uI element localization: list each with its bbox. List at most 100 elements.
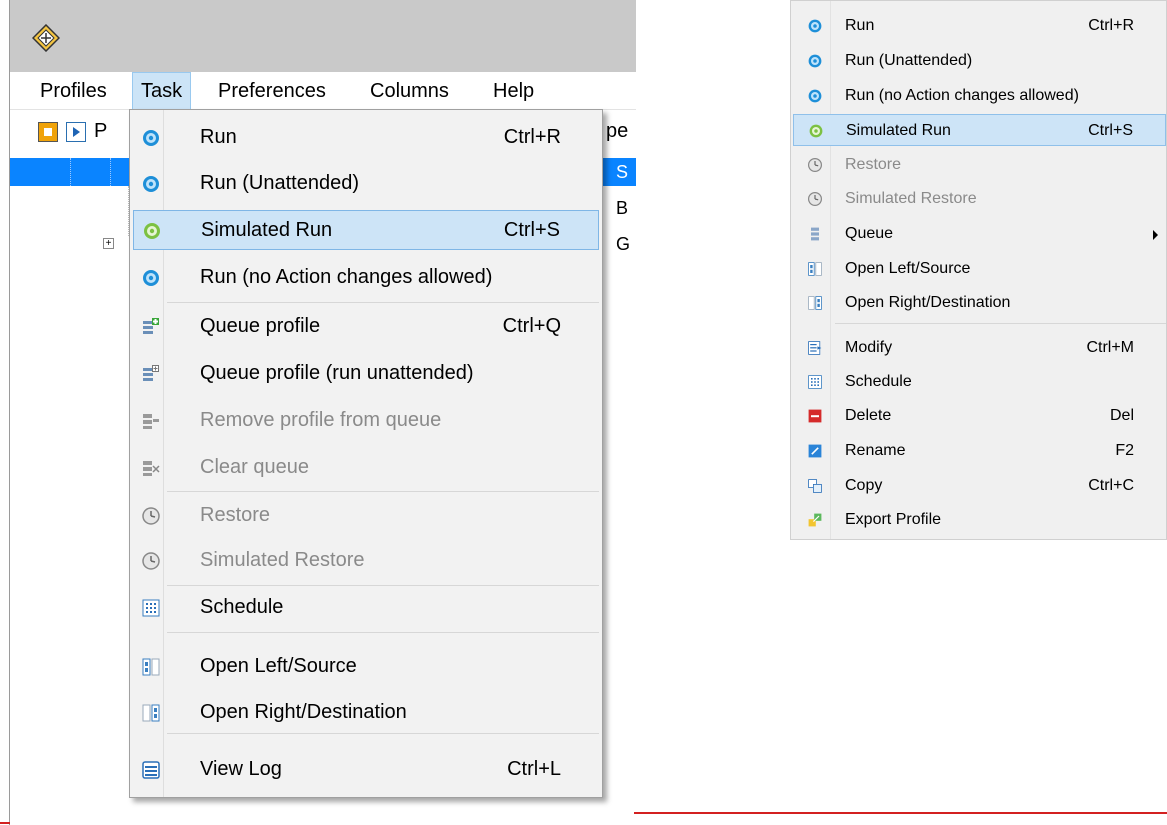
context-menu-item-export-profile[interactable]: Export Profile [793,504,1166,536]
menu-separator [167,585,599,586]
menu-item-label: Run (Unattended) [845,52,973,69]
profile-context-menu: Run Ctrl+R Run (Unattended) Run (no Action … [790,0,1167,540]
menu-item-label: Export Profile [845,511,942,528]
menu-item-shortcut: Del [1109,407,1134,424]
menu-profiles[interactable]: Profiles [32,72,115,110]
app-logo-icon [32,24,60,52]
task-menu-item-open-right-destination[interactable]: Open Right/Destination [133,693,599,733]
task-menu-item-simulated-restore: Simulated Restore [133,541,599,581]
task-menu-item-run-no-action-changes-allowed[interactable]: Run (no Action changes allowed) [133,258,599,298]
modify-icon [807,340,823,356]
menu-item-label: Open Right/Destination [845,294,1011,311]
menu-item-label: Simulated Run [846,122,951,139]
menu-separator [167,491,599,492]
context-menu-item-restore: Restore [793,149,1166,181]
menu-item-label: Clear queue [200,456,309,478]
gear-icon [807,88,823,104]
context-menu-item-rename[interactable]: Rename F2 [793,435,1166,467]
delete-icon [807,408,823,424]
context-menu-item-open-right-destination[interactable]: Open Right/Destination [793,287,1166,319]
task-menu-item-schedule[interactable]: Schedule [133,588,599,628]
task-menu-item-remove-profile-from-queue: Remove profile from queue [133,401,599,441]
queue-add-outline-icon [141,364,161,384]
task-menu-item-run-unattended[interactable]: Run (Unattended) [133,164,599,204]
submenu-arrow-icon [1153,230,1158,240]
clock-icon [141,506,161,526]
context-menu-item-copy[interactable]: Copy Ctrl+C [793,470,1166,502]
menu-item-label: Queue profile (run unattended) [200,362,474,384]
menu-item-label: Restore [200,504,271,526]
context-menu-item-queue[interactable]: Queue [793,218,1166,250]
menu-item-label: Copy [845,477,883,494]
tree-row-fragment: G [616,234,631,254]
menu-task[interactable]: Task [132,72,192,110]
queue-icon [807,226,823,242]
task-menu-item-open-left-source[interactable]: Open Left/Source [133,647,599,687]
context-menu-item-run[interactable]: Run Ctrl+R [793,10,1166,42]
context-menu-item-simulated-restore: Simulated Restore [793,183,1166,215]
task-menu-item-simulated-run[interactable]: Simulated Run Ctrl+S [133,210,599,250]
context-menu-item-schedule[interactable]: Schedule [793,366,1166,398]
task-menu-item-view-log[interactable]: View Log Ctrl+L [133,750,599,790]
queue-clear-icon [141,458,161,478]
menu-item-label: Run [200,126,237,148]
menu-item-label: Rename [845,442,906,459]
title-bar [10,0,636,72]
expand-icon[interactable]: + [103,238,114,249]
menu-item-label: Simulated Run [201,219,333,241]
task-dropdown-menu: Run Ctrl+R Run (Unattended) Simulated Run Ct… [129,109,603,798]
menu-separator [167,632,599,633]
menu-item-label: Open Left/Source [200,655,357,677]
log-icon [141,760,161,780]
menu-separator [167,733,599,734]
context-menu-item-delete[interactable]: Delete Del [793,400,1166,432]
gear-green-icon [142,221,162,241]
context-menu-item-run-no-action-changes-allowed[interactable]: Run (no Action changes allowed) [793,80,1166,112]
menu-item-label: Run (Unattended) [200,172,359,194]
menu-item-shortcut: Ctrl+L [507,758,561,780]
menu-columns[interactable]: Columns [362,72,457,110]
menu-item-shortcut: Ctrl+S [503,219,560,241]
copy-icon [807,478,823,494]
menu-item-label: Simulated Restore [200,549,365,571]
menu-item-shortcut: F2 [1115,442,1134,459]
column-header-fragment-right: pe [606,120,629,142]
menu-item-label: Simulated Restore [845,190,977,207]
context-menu-item-run-unattended[interactable]: Run (Unattended) [793,45,1166,77]
menu-item-label: Delete [845,407,892,424]
play-icon[interactable] [66,122,86,142]
red-divider [634,812,1167,814]
export-icon [807,512,823,528]
menu-item-shortcut: Ctrl+C [1088,477,1134,494]
menu-item-shortcut: Ctrl+R [1088,17,1134,34]
column-header-fragment: P [94,120,108,142]
menu-item-label: Queue profile [200,315,321,337]
queue-add-icon [141,317,161,337]
menu-item-label: Run (no Action changes allowed) [200,266,493,288]
menu-separator [835,323,1166,324]
context-menu-item-simulated-run[interactable]: Simulated Run Ctrl+S [793,114,1166,146]
menu-item-label: Remove profile from queue [200,409,442,431]
menu-item-label: Queue [845,225,894,242]
gear-icon [141,174,161,194]
menu-bar: Profiles Task Preferences Columns Help [10,72,636,110]
task-menu-item-queue-profile-run-unattended[interactable]: Queue profile (run unattended) [133,354,599,394]
red-divider [0,822,10,824]
menu-item-label: Open Left/Source [845,260,971,277]
menu-preferences[interactable]: Preferences [210,72,334,110]
task-menu-item-run[interactable]: Run Ctrl+R [133,118,599,158]
gear-icon [141,268,161,288]
menu-item-shortcut: Ctrl+S [1088,122,1133,139]
context-menu-item-modify[interactable]: Modify Ctrl+M [793,332,1166,364]
menu-help[interactable]: Help [485,72,542,110]
queue-remove-icon [141,411,161,431]
gear-green-icon [808,123,824,139]
stop-icon[interactable] [38,122,58,142]
open-right-icon [807,295,823,311]
menu-item-label: Open Right/Destination [200,701,407,723]
tree-row-fragment: B [616,198,629,218]
task-menu-item-queue-profile[interactable]: Queue profile Ctrl+Q [133,307,599,347]
context-menu-item-open-left-source[interactable]: Open Left/Source [793,253,1166,285]
open-left-icon [141,657,161,677]
menu-item-label: Schedule [200,596,284,618]
